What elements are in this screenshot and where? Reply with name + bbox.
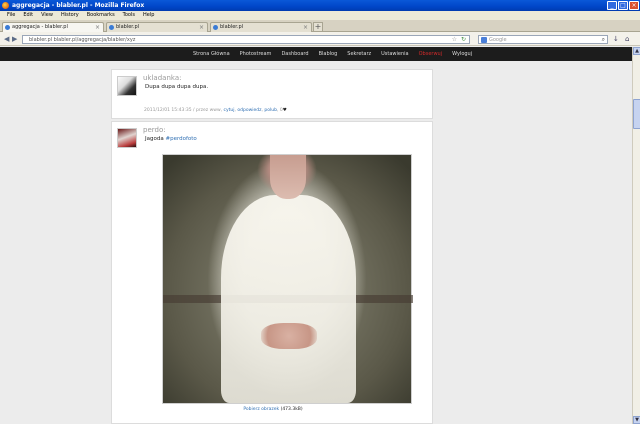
menu-view[interactable]: View <box>37 11 57 20</box>
nav-dashboard[interactable]: Dashboard <box>276 47 313 61</box>
reply-link[interactable]: odpowiedz <box>237 108 261 113</box>
menu-history[interactable]: History <box>57 11 83 20</box>
close-button[interactable]: × <box>629 1 639 10</box>
scroll-thumb[interactable] <box>633 99 640 129</box>
nav-strona-glowna[interactable]: Strona Główna <box>188 47 235 61</box>
nav-blablog[interactable]: Blablog <box>314 47 343 61</box>
maximize-button[interactable]: □ <box>618 1 628 10</box>
tab-label: blabler.pl <box>220 24 244 30</box>
blabler-favicon-icon <box>5 25 10 30</box>
scroll-down-button[interactable]: ▼ <box>633 416 640 424</box>
window-controls: _ □ × <box>607 1 639 10</box>
quote-link[interactable]: cytuj <box>224 108 235 113</box>
post-card: ukladanka: Dupa dupa dupa dupa. 2011/12/… <box>111 69 433 119</box>
post-text-plain: Jagoda <box>145 136 164 142</box>
new-tab-button[interactable]: + <box>313 22 323 32</box>
nav-ustawienia[interactable]: Ustawienia <box>376 47 413 61</box>
navigation-bar: ◀ ▶ blabler.pl blabler.pl/aggregacja/bla… <box>0 32 640 46</box>
menu-tools[interactable]: Tools <box>119 11 139 20</box>
menu-help[interactable]: Help <box>139 11 158 20</box>
bookmark-star-icon[interactable]: ☆ <box>452 36 457 44</box>
avatar[interactable] <box>117 128 137 148</box>
tab-close-icon[interactable]: × <box>303 23 308 32</box>
site-nav-items: Strona Główna Photostream Dashboard Blab… <box>188 47 477 61</box>
window-title-bar: aggregacja - blabler.pl - Mozilla Firefo… <box>0 0 640 11</box>
post-photo[interactable] <box>162 154 413 404</box>
search-icon[interactable]: ⌕ <box>602 36 605 44</box>
tab-close-icon[interactable]: × <box>199 23 204 32</box>
menu-bar: File Edit View History Bookmarks Tools H… <box>0 11 640 20</box>
menu-edit[interactable]: Edit <box>19 11 37 20</box>
nav-wyloguj[interactable]: Wyloguj <box>447 47 477 61</box>
image-size: (473.3kB) <box>280 407 303 412</box>
back-icon[interactable]: ◀ <box>4 35 9 43</box>
blabler-favicon-icon <box>109 25 114 30</box>
tab-label: blabler.pl <box>116 24 140 30</box>
download-icon[interactable]: ↓ <box>613 35 619 43</box>
like-link[interactable]: polub <box>264 108 277 113</box>
google-engine-icon[interactable] <box>481 37 487 43</box>
vertical-scrollbar[interactable]: ▲ ▼ <box>632 47 640 424</box>
download-image-link[interactable]: Pobierz obrazek <box>243 407 279 412</box>
nav-photostream[interactable]: Photostream <box>235 47 277 61</box>
url-bar[interactable]: blabler.pl blabler.pl/aggregacja/blabler… <box>22 35 470 44</box>
site-navigation: Strona Główna Photostream Dashboard Blab… <box>0 47 632 62</box>
url-text: blabler.pl blabler.pl/aggregacja/blabler… <box>29 37 136 43</box>
nav-obserwuj[interactable]: Obserwuj <box>414 47 448 61</box>
window-title: aggregacja - blabler.pl - Mozilla Firefo… <box>12 2 145 9</box>
forward-icon[interactable]: ▶ <box>12 35 17 43</box>
blabler-favicon-icon <box>213 25 218 30</box>
scroll-up-button[interactable]: ▲ <box>633 47 640 55</box>
search-placeholder: Google <box>489 37 507 43</box>
tab-blabler-2[interactable]: blabler.pl × <box>210 22 312 32</box>
search-bar[interactable]: Google ⌕ <box>478 35 608 44</box>
post-text: Dupa dupa dupa dupa. <box>145 84 209 90</box>
tab-label: aggregacja - blabler.pl <box>12 24 68 30</box>
post-username[interactable]: perdo: <box>143 126 166 134</box>
hashtag-link[interactable]: #perdofoto <box>165 136 196 142</box>
post-meta: 2011/12/01 15:43:35 / przez www, cytuj, … <box>144 108 287 113</box>
minimize-button[interactable]: _ <box>607 1 617 10</box>
photo-neck <box>270 155 306 199</box>
menu-bookmarks[interactable]: Bookmarks <box>83 11 119 20</box>
tab-close-icon[interactable]: × <box>95 23 100 32</box>
tab-blabler-1[interactable]: blabler.pl × <box>106 22 208 32</box>
post-card: perdo: Jagoda #perdofoto Pobierz obrazek… <box>111 121 433 424</box>
tab-strip: aggregacja - blabler.pl × blabler.pl × b… <box>0 20 640 32</box>
post-username[interactable]: ukladanka: <box>143 74 181 82</box>
nav-sekretarz[interactable]: Sekretarz <box>342 47 376 61</box>
photo-caption: Pobierz obrazek (473.3kB) <box>112 407 434 412</box>
photo-hands <box>261 323 317 349</box>
menu-file[interactable]: File <box>3 11 19 20</box>
post-timestamp: 2011/12/01 15:43:35 / przez www, <box>144 108 223 113</box>
avatar[interactable] <box>117 76 137 96</box>
home-icon[interactable]: ⌂ <box>625 35 629 43</box>
firefox-icon <box>2 2 9 9</box>
heart-icon: ♥ <box>282 108 287 113</box>
tab-aggregacja[interactable]: aggregacja - blabler.pl × <box>2 22 104 32</box>
photo-dress <box>221 195 356 403</box>
refresh-icon[interactable]: ↻ <box>461 36 466 44</box>
page-content: ukladanka: Dupa dupa dupa dupa. 2011/12/… <box>0 61 632 424</box>
post-text: Jagoda #perdofoto <box>145 136 197 142</box>
